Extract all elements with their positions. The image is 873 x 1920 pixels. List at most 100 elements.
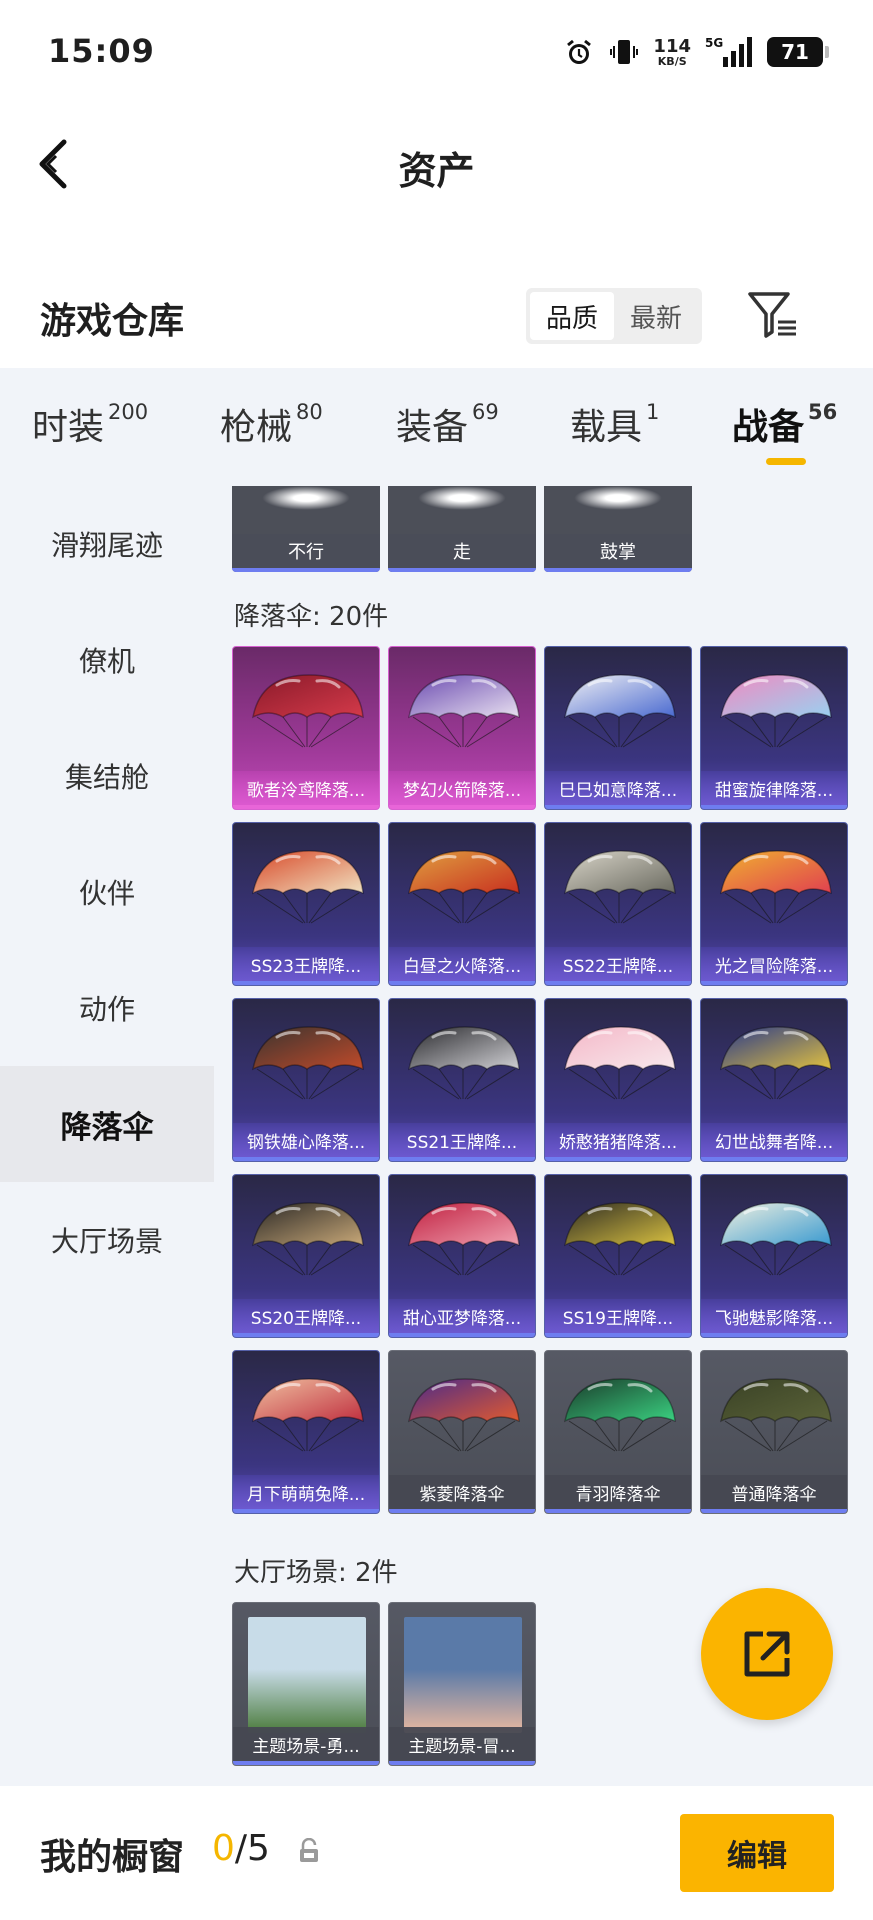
tab-weapons[interactable]: 枪械 80 xyxy=(220,398,323,450)
section-header: 游戏仓库 品质 最新 xyxy=(0,272,873,372)
rarity-bar xyxy=(545,981,691,985)
parachute-art xyxy=(251,1202,364,1276)
parachute-card[interactable]: 甜蜜旋律降落... xyxy=(700,646,848,810)
parachute-name: 钢铁雄心降落... xyxy=(233,1123,379,1157)
parachute-name: 紫菱降落伞 xyxy=(389,1475,535,1509)
parachute-card[interactable]: 紫菱降落伞 xyxy=(388,1350,536,1514)
parachute-card[interactable]: SS19王牌降... xyxy=(544,1174,692,1338)
parachute-art xyxy=(719,1202,832,1276)
rarity-bar xyxy=(389,1333,535,1337)
parachute-art xyxy=(407,850,520,924)
emote-art xyxy=(262,486,350,510)
filter-icon[interactable] xyxy=(744,286,800,342)
parachute-art xyxy=(407,674,520,748)
parachute-name: 娇憨猪猪降落... xyxy=(545,1123,691,1157)
rarity-bar xyxy=(389,981,535,985)
emote-card[interactable]: 不行 xyxy=(232,486,380,572)
parachute-art xyxy=(719,1026,832,1100)
parachute-art xyxy=(563,674,676,748)
rarity-bar xyxy=(388,568,536,572)
parachute-name: SS22王牌降... xyxy=(545,947,691,981)
parachute-art xyxy=(563,1026,676,1100)
rarity-bar xyxy=(701,1509,847,1513)
parachute-name: 甜蜜旋律降落... xyxy=(701,771,847,805)
parachute-card[interactable]: 歌者泠鸢降落... xyxy=(232,646,380,810)
sidebar-item-emote[interactable]: 动作 xyxy=(0,950,214,1066)
rarity-bar xyxy=(233,1509,379,1513)
parachute-art xyxy=(407,1026,520,1100)
sidebar-item-companion[interactable]: 伙伴 xyxy=(0,834,214,950)
parachute-name: 光之冒险降落... xyxy=(701,947,847,981)
parachute-card[interactable]: 钢铁雄心降落... xyxy=(232,998,380,1162)
rarity-bar xyxy=(701,981,847,985)
tab-battle-prep[interactable]: 战备 56 xyxy=(732,398,837,450)
sidebar-item-glide-trail[interactable]: 滑翔尾迹 xyxy=(0,486,214,602)
parachute-art xyxy=(563,1378,676,1452)
emote-card[interactable]: 走 xyxy=(388,486,536,572)
lobby-scene-card[interactable]: 主题场景-勇... xyxy=(232,1602,380,1766)
parachute-card[interactable]: 普通降落伞 xyxy=(700,1350,848,1514)
rarity-bar xyxy=(233,1333,379,1337)
rarity-bar xyxy=(701,1333,847,1337)
svg-text:5G: 5G xyxy=(705,36,723,50)
parachute-card[interactable]: 巳巳如意降落... xyxy=(544,646,692,810)
parachute-art xyxy=(719,1378,832,1452)
parachute-card[interactable]: 娇憨猪猪降落... xyxy=(544,998,692,1162)
sidebar-item-wingman[interactable]: 僚机 xyxy=(0,602,214,718)
parachute-card[interactable]: SS20王牌降... xyxy=(232,1174,380,1338)
parachute-name: SS21王牌降... xyxy=(389,1123,535,1157)
sort-option-quality[interactable]: 品质 xyxy=(530,292,614,340)
sort-toggle: 品质 最新 xyxy=(526,288,702,344)
emote-art xyxy=(574,486,662,510)
emote-card[interactable]: 鼓掌 xyxy=(544,486,692,572)
parachute-card[interactable]: SS22王牌降... xyxy=(544,822,692,986)
parachute-card[interactable]: 青羽降落伞 xyxy=(544,1350,692,1514)
rarity-bar xyxy=(389,1157,535,1161)
status-bar: 15:09 114 KB/S 5G 71 xyxy=(0,0,873,104)
tab-vehicles[interactable]: 载具 1 xyxy=(570,398,659,450)
status-time: 15:09 xyxy=(48,32,155,70)
parachute-art xyxy=(251,674,364,748)
parachute-card[interactable]: 月下萌萌兔降... xyxy=(232,1350,380,1514)
rarity-bar xyxy=(232,568,380,572)
lock-icon xyxy=(300,1838,318,1862)
alarm-icon xyxy=(567,39,592,64)
rarity-bar xyxy=(233,981,379,985)
sidebar-item-pod[interactable]: 集结舱 xyxy=(0,718,214,834)
parachute-card[interactable]: 甜心亚梦降落... xyxy=(388,1174,536,1338)
parachute-card[interactable]: 梦幻火箭降落... xyxy=(388,646,536,810)
tab-fashion[interactable]: 时装 200 xyxy=(32,398,148,450)
parachute-card[interactable]: SS21王牌降... xyxy=(388,998,536,1162)
lobby-scene-card[interactable]: 主题场景-冒... xyxy=(388,1602,536,1766)
parachute-name: SS19王牌降... xyxy=(545,1299,691,1333)
battery-indicator: 71 xyxy=(767,37,829,67)
parachute-card[interactable]: 幻世战舞者降... xyxy=(700,998,848,1162)
status-icons: 114 KB/S 5G 71 xyxy=(563,30,829,74)
net-speed: 114 KB/S xyxy=(653,35,691,68)
share-external-icon xyxy=(744,1631,790,1677)
rarity-bar xyxy=(545,805,691,809)
rarity-bar xyxy=(233,805,379,809)
scene-name: 主题场景-冒... xyxy=(389,1727,535,1761)
parachute-art xyxy=(563,850,676,924)
share-button[interactable] xyxy=(701,1588,833,1720)
sidebar-item-parachute[interactable]: 降落伞 xyxy=(0,1066,214,1182)
parachute-art xyxy=(719,850,832,924)
scene-name: 主题场景-勇... xyxy=(233,1727,379,1761)
parachute-card[interactable]: 飞驰魅影降落... xyxy=(700,1174,848,1338)
sort-option-latest[interactable]: 最新 xyxy=(614,292,698,340)
parachute-card[interactable]: 光之冒险降落... xyxy=(700,822,848,986)
tab-equipment[interactable]: 装备 69 xyxy=(396,398,499,450)
showcase-label: 我的橱窗 xyxy=(40,1837,185,1878)
category-tabs: 时装 200 枪械 80 装备 69 载具 1 战备 56 xyxy=(0,368,873,486)
sidebar: 滑翔尾迹 僚机 集结舱 伙伴 动作 降落伞 大厅场景 xyxy=(0,486,214,1786)
parachute-card[interactable]: SS23王牌降... xyxy=(232,822,380,986)
scene-thumbnail xyxy=(248,1617,366,1733)
signal-icon: 5G xyxy=(705,36,752,67)
parachute-name: 月下萌萌兔降... xyxy=(233,1475,379,1509)
parachute-name: 巳巳如意降落... xyxy=(545,771,691,805)
showcase-bar: 我的橱窗 0/5 编辑 xyxy=(0,1786,873,1920)
parachute-card[interactable]: 白昼之火降落... xyxy=(388,822,536,986)
edit-button[interactable]: 编辑 xyxy=(680,1814,834,1892)
sidebar-item-lobby-scene[interactable]: 大厅场景 xyxy=(0,1182,214,1298)
